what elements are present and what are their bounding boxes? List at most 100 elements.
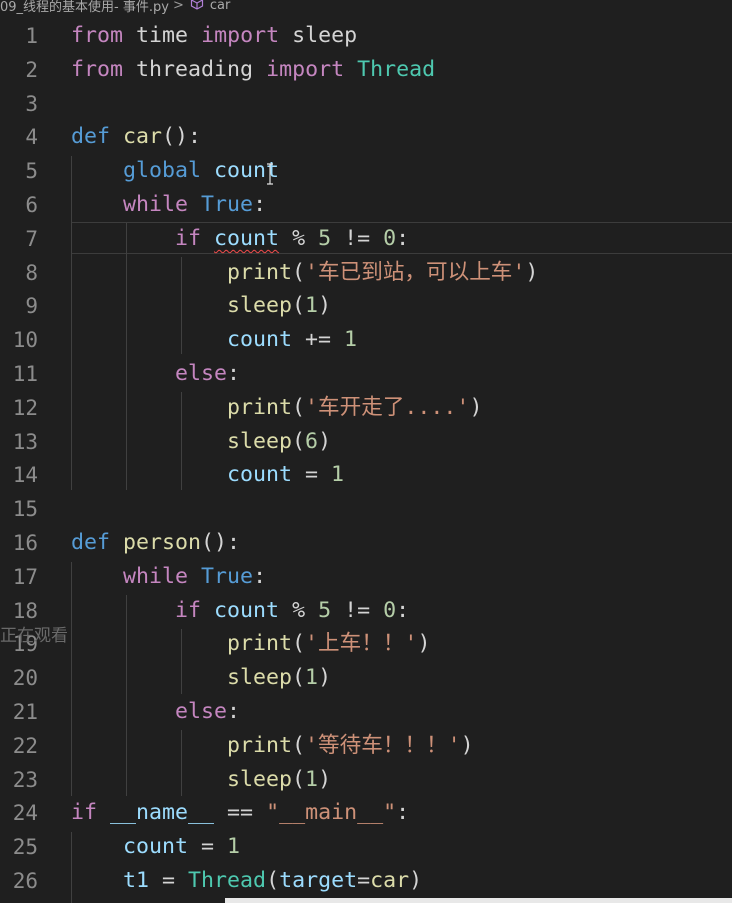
code-token: else <box>175 699 228 724</box>
code-line[interactable]: count = 1 <box>71 458 344 492</box>
code-token: = <box>292 462 332 488</box>
code-line[interactable]: if __name__ == "__main__": <box>71 796 409 830</box>
code-line[interactable]: def person(): <box>71 526 240 560</box>
line-number: 7 <box>25 226 38 251</box>
line-number: 23 <box>12 767 38 792</box>
code-line[interactable]: while True: <box>71 188 266 222</box>
code-line[interactable]: from time import sleep <box>71 19 357 53</box>
line-number: 17 <box>12 564 38 589</box>
code-token: ) <box>318 766 332 792</box>
code-token: : <box>396 597 410 623</box>
code-line[interactable]: global count <box>71 154 279 188</box>
code-token: 1 <box>331 462 345 488</box>
method-cube-icon <box>190 0 204 14</box>
code-token: : <box>396 225 410 251</box>
code-token: % <box>279 225 319 251</box>
code-token: threading <box>136 56 254 82</box>
code-token: from <box>71 23 124 48</box>
code-line[interactable]: def car(): <box>71 120 201 154</box>
code-token: print <box>227 394 293 420</box>
code-line[interactable]: print('上车！！') <box>71 627 430 661</box>
code-token: '等待车！！！' <box>305 732 461 758</box>
code-token: sleep <box>227 766 293 792</box>
code-token: '上车！！' <box>305 631 418 657</box>
text-cursor-icon <box>267 163 273 185</box>
code-line[interactable]: sleep(1) <box>71 289 331 323</box>
code-token: else <box>175 361 228 386</box>
code-token: True <box>201 563 254 589</box>
code-token: 0 <box>383 597 397 623</box>
code-line[interactable]: count = 1 <box>71 830 240 864</box>
code-token: Thread <box>357 56 436 82</box>
code-token: '车已到站，可以上车' <box>305 259 526 285</box>
code-line[interactable]: from threading import Thread <box>71 53 435 87</box>
code-token: count <box>214 597 280 623</box>
code-token: while <box>123 563 189 589</box>
line-number: 21 <box>12 700 38 724</box>
code-line[interactable]: print('车已到站，可以上车') <box>71 256 538 290</box>
code-token: ( <box>292 394 306 420</box>
line-number: 24 <box>12 801 38 826</box>
code-token: (): <box>162 124 202 150</box>
code-line[interactable]: count += 1 <box>71 323 357 357</box>
code-token: ( <box>292 665 306 691</box>
code-token: ) <box>318 428 332 454</box>
code-token: 1 <box>305 293 319 319</box>
line-number: 10 <box>12 328 38 353</box>
code-token: 0 <box>383 225 397 251</box>
code-token: count <box>214 225 280 251</box>
code-token: 1 <box>305 665 319 691</box>
code-token: 6 <box>305 428 319 454</box>
code-line[interactable]: if count % 5 != 0: <box>71 222 409 256</box>
breadcrumb-file[interactable]: 09_线程的基本使用- 事件.py <box>0 0 169 15</box>
code-line[interactable]: while True: <box>71 560 266 594</box>
line-number: 3 <box>25 91 38 116</box>
code-line[interactable]: sleep(6) <box>71 425 331 459</box>
code-token: : <box>396 800 410 826</box>
code-token: : <box>253 192 267 217</box>
horizontal-scrollbar[interactable] <box>225 898 732 903</box>
code-token: != <box>331 597 384 623</box>
breadcrumb-symbol[interactable]: car <box>210 0 230 13</box>
line-number: 26 <box>12 869 38 893</box>
code-line[interactable]: if count % 5 != 0: <box>71 594 409 628</box>
code-line[interactable]: sleep(1) <box>71 661 331 695</box>
code-token: print <box>227 732 293 758</box>
code-token: 1 <box>305 766 319 792</box>
code-token: : <box>253 563 267 589</box>
line-number: 6 <box>25 193 38 217</box>
code-token: count <box>227 462 293 488</box>
code-token: ( <box>292 259 306 285</box>
code-line[interactable]: print('等待车！！！') <box>71 729 474 763</box>
code-token: ) <box>525 259 539 285</box>
code-token: ( <box>292 766 306 792</box>
code-line[interactable]: sleep(1) <box>71 763 331 797</box>
code-token: target <box>279 868 358 893</box>
code-line[interactable]: else: <box>71 357 240 391</box>
line-number: 8 <box>25 260 38 285</box>
code-line[interactable]: print('车开走了....') <box>71 391 482 425</box>
code-token: if <box>71 800 98 826</box>
code-line[interactable]: else: <box>71 695 240 729</box>
code-token: person <box>123 530 202 555</box>
code-line[interactable]: t1 = Thread(target=car) <box>71 864 422 898</box>
code-token: != <box>331 225 384 251</box>
code-token: 5 <box>318 225 332 251</box>
code-token: ( <box>292 732 306 758</box>
code-token: % <box>279 597 319 623</box>
